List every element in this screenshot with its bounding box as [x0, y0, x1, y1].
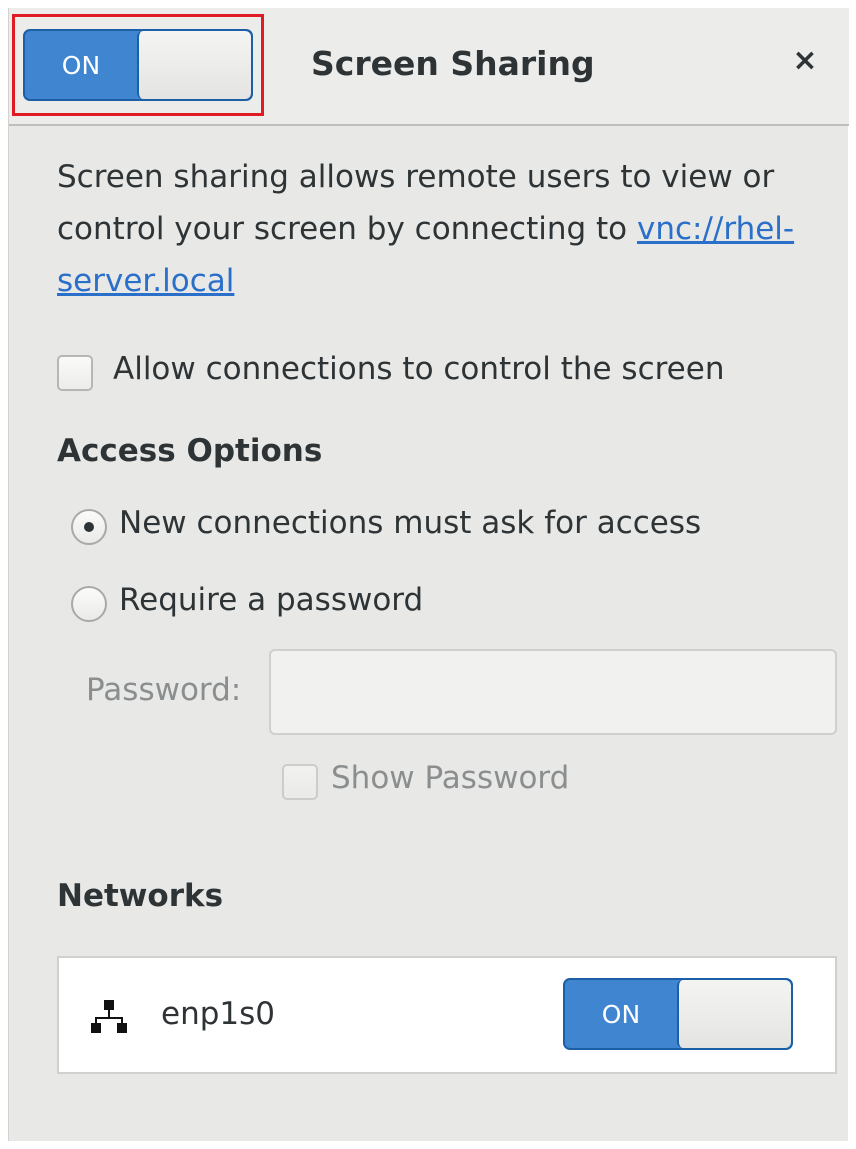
show-password-checkbox[interactable] [282, 764, 318, 800]
close-button[interactable]: × [787, 42, 823, 78]
ask-access-radio[interactable] [71, 509, 107, 545]
password-input[interactable] [269, 649, 837, 735]
network-switch[interactable]: ON [563, 978, 793, 1050]
switch-knob[interactable] [137, 31, 251, 99]
show-password-label: Show Password [331, 760, 570, 796]
dialog-header: ON Screen Sharing × [9, 8, 849, 126]
network-switch-knob[interactable] [677, 980, 791, 1048]
description-text: Screen sharing allows remote users to vi… [57, 151, 847, 307]
access-options-heading: Access Options [57, 433, 323, 469]
network-switch-on-label: ON [601, 999, 641, 1029]
allow-control-checkbox[interactable] [57, 355, 93, 391]
networks-heading: Networks [57, 878, 224, 914]
network-wired-icon [91, 1000, 127, 1033]
radio-selected-dot [84, 522, 94, 532]
require-password-label: Require a password [119, 582, 424, 618]
switch-on-label: ON [61, 50, 101, 80]
require-password-radio[interactable] [71, 586, 107, 622]
screen-sharing-switch[interactable]: ON [23, 29, 253, 101]
network-name: enp1s0 [161, 996, 275, 1032]
dialog-title: Screen Sharing [311, 44, 595, 83]
close-icon: × [792, 42, 818, 78]
password-label: Password: [86, 672, 242, 708]
network-list: enp1s0 ON [57, 956, 837, 1074]
screen-sharing-dialog: ON Screen Sharing × Screen sharing allow… [8, 8, 849, 1141]
allow-control-label: Allow connections to control the screen [113, 351, 725, 387]
ask-access-label: New connections must ask for access [119, 505, 702, 541]
